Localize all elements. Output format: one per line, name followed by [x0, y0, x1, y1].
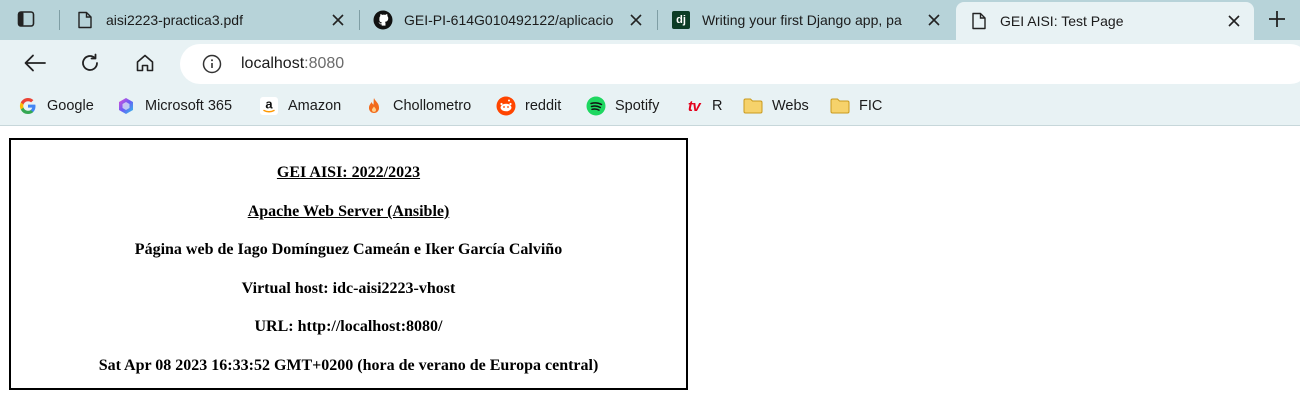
close-icon[interactable] [922, 8, 946, 32]
bookmark-folder-fic[interactable]: FIC [830, 94, 882, 118]
back-button[interactable] [19, 48, 51, 80]
folder-icon [743, 96, 763, 116]
document-icon [968, 10, 990, 32]
bookmark-label: Spotify [615, 98, 660, 114]
site-info-icon[interactable] [200, 52, 224, 76]
tab-strip: aisi2223-practica3.pdf GEI-PI-614G010492… [0, 0, 1300, 40]
spotify-icon [586, 96, 606, 116]
tab-title: GEI-PI-614G010492122/aplicacio [404, 12, 614, 28]
tab-github[interactable]: GEI-PI-614G010492122/aplicacio [360, 0, 656, 40]
bookmark-label: Microsoft 365 [145, 98, 233, 114]
course-heading: GEI AISI: 2022/2023 [276, 164, 421, 181]
amazon-icon: a [259, 96, 279, 116]
bookmark-label: reddit [525, 98, 562, 114]
date-text: Sat Apr 08 2023 16:33:52 GMT+0200 (hora … [98, 357, 599, 374]
tab-pdf[interactable]: aisi2223-practica3.pdf [62, 0, 358, 40]
close-icon[interactable] [1222, 9, 1246, 33]
url-text: URL: http://localhost:8080/ [254, 318, 443, 335]
svg-text:a: a [265, 97, 273, 112]
tab-title: aisi2223-practica3.pdf [106, 12, 243, 28]
address-bar[interactable] [180, 44, 1300, 84]
tab-django[interactable]: dj Writing your first Django app, pa [658, 0, 954, 40]
bookmark-label: FIC [859, 98, 883, 114]
tab-title: GEI AISI: Test Page [1000, 13, 1124, 29]
google-icon [18, 96, 38, 116]
bookmarks-bar: Google Microsoft 365 a Amazon Chollometr… [0, 88, 1300, 126]
django-icon: dj [670, 9, 692, 31]
info-box: GEI AISI: 2022/2023 Apache Web Server (A… [9, 138, 688, 390]
bookmark-spotify[interactable]: Spotify [586, 94, 659, 118]
bookmark-label: R [712, 98, 723, 114]
tab-title: Writing your first Django app, pa [702, 12, 902, 28]
authors-text: Página web de Iago Domínguez Cameán e Ik… [134, 241, 563, 258]
reload-button[interactable] [74, 48, 106, 80]
close-icon[interactable] [624, 8, 648, 32]
bookmark-r[interactable]: tv R [683, 94, 723, 118]
tab-separator [59, 10, 60, 30]
reddit-icon [496, 96, 516, 116]
tab-actions-button[interactable] [0, 0, 52, 40]
bookmark-reddit[interactable]: reddit [496, 94, 561, 118]
url-host: localhost [241, 55, 305, 72]
bookmark-label: Amazon [288, 98, 342, 114]
tv-icon: tv [687, 97, 701, 115]
reload-icon [80, 53, 100, 76]
close-icon[interactable] [326, 8, 350, 32]
bookmark-chollometro[interactable]: Chollometro [364, 94, 471, 118]
bookmark-google[interactable]: Google [18, 94, 94, 118]
url-port: :8080 [304, 55, 345, 72]
document-icon [74, 9, 96, 31]
server-heading: Apache Web Server (Ansible) [247, 203, 450, 220]
bookmark-label: Webs [772, 98, 809, 114]
tab-test-page[interactable]: GEI AISI: Test Page [956, 2, 1254, 40]
page-viewport: GEI AISI: 2022/2023 Apache Web Server (A… [0, 127, 1300, 400]
new-tab-button[interactable] [1262, 6, 1292, 34]
tab-actions-icon [17, 10, 35, 31]
home-button[interactable] [129, 48, 161, 80]
home-icon [135, 53, 155, 76]
bookmark-amazon[interactable]: a Amazon [259, 94, 341, 118]
folder-icon [830, 96, 850, 116]
vhost-text: Virtual host: idc-aisi2223-vhost [241, 280, 456, 297]
bookmark-label: Google [47, 98, 94, 114]
bookmark-folder-webs[interactable]: Webs [743, 94, 809, 118]
back-arrow-icon [24, 54, 46, 75]
bookmark-label: Chollometro [393, 98, 472, 114]
address-url[interactable]: localhost:8080 [241, 54, 344, 74]
plus-icon [1268, 10, 1286, 31]
flame-icon [364, 96, 384, 116]
github-icon [372, 9, 394, 31]
microsoft365-icon [116, 96, 136, 116]
bookmark-microsoft-365[interactable]: Microsoft 365 [116, 94, 232, 118]
